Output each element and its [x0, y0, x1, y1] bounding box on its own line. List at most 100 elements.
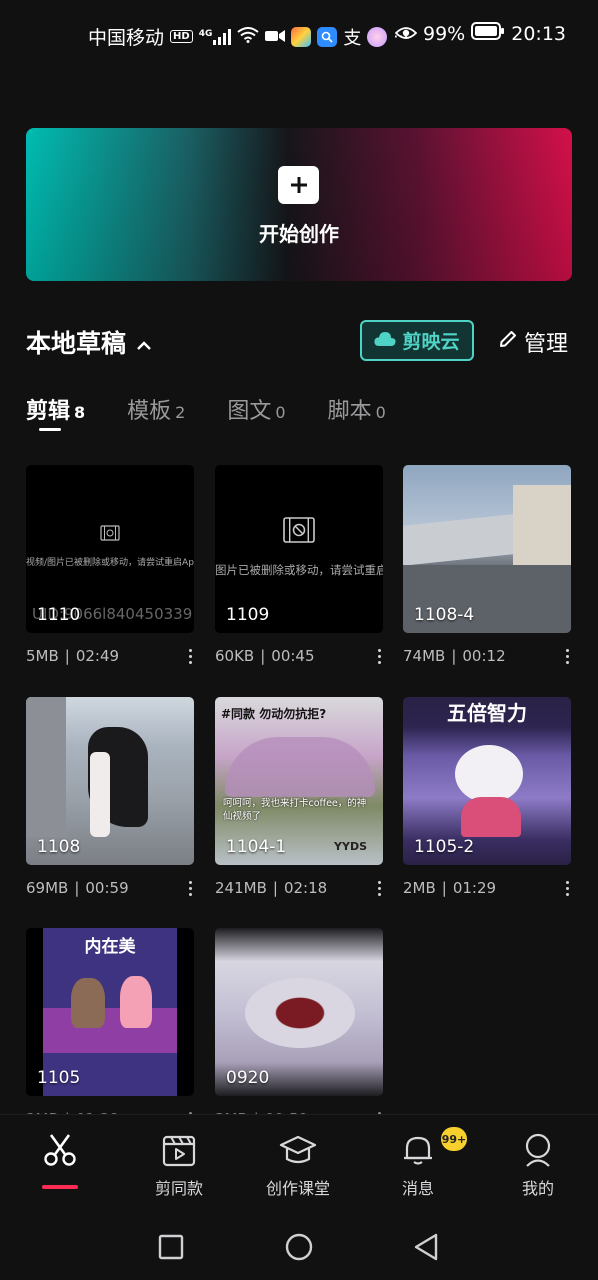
draft-size: 5MB	[26, 647, 59, 665]
missing-media-icon	[283, 517, 315, 547]
more-options-icon[interactable]	[189, 880, 192, 896]
tab-count: 0	[375, 403, 386, 422]
system-navigation-bar	[0, 1210, 598, 1280]
pencil-icon	[498, 329, 518, 355]
draft-meta: 241MB | 02:18	[215, 879, 383, 897]
more-options-icon[interactable]	[566, 648, 569, 664]
graduation-cap-icon	[279, 1135, 317, 1171]
separator: |	[451, 647, 457, 665]
missing-media-icon	[100, 525, 120, 545]
draft-name: 1108	[37, 837, 81, 857]
draft-thumbnail[interactable]: 视频/图片已被删除或移动，请尝试重启App恢复 UID:9066l8404503…	[26, 465, 194, 633]
thumbnail-character-dog	[71, 978, 105, 1028]
draft-card[interactable]: 1108 69MB | 00:59	[26, 697, 194, 897]
draft-name: 1104-1	[226, 837, 287, 857]
draft-name: 1105	[37, 1068, 81, 1088]
separator: |	[272, 879, 278, 897]
draft-size: 69MB	[26, 879, 69, 897]
thumbnail-character-body	[90, 752, 110, 837]
tab-image-text[interactable]: 图文 0	[227, 393, 285, 425]
local-drafts-header[interactable]: 本地草稿	[26, 324, 152, 360]
draft-duration: 00:45	[271, 647, 315, 665]
home-icon[interactable]	[284, 1232, 314, 1266]
draft-card[interactable]: 视频/图片已被删除或移动，请尝试重启App恢复 UID:9066l8404503…	[26, 465, 194, 665]
draft-card[interactable]: 五倍智力 1105-2 2MB | 01:29	[403, 697, 571, 897]
draft-card[interactable]: #同款 勿动勿抗拒? 呵呵呵，我也来打卡coffee，的神仙视频了 YYDS 1…	[215, 697, 383, 897]
app-notification-icon	[291, 26, 312, 47]
draft-name: 1109	[226, 605, 270, 625]
more-options-icon[interactable]	[378, 880, 381, 896]
start-creation-banner[interactable]: 开始创作	[26, 128, 572, 281]
draft-duration: 02:18	[283, 879, 328, 897]
thumbnail-caption-tag: YYDS	[334, 840, 367, 853]
hd-icon: HD	[170, 30, 193, 43]
draft-card[interactable]: 0920 3MB|00:59	[215, 928, 383, 1128]
tab-label: 脚本	[327, 399, 372, 424]
draft-duration: 02:49	[75, 647, 120, 665]
thumbnail-pillar	[26, 697, 66, 837]
draft-meta: 5MB | 02:49	[26, 647, 194, 665]
draft-card[interactable]: 内在美 1105 2MB|01:29	[26, 928, 194, 1128]
draft-thumbnail[interactable]: 1108-4	[403, 465, 571, 633]
draft-thumbnail[interactable]: 图片已被删除或移动，请尝试重启A 1109	[215, 465, 383, 633]
thumbnail-caption: 五倍智力	[447, 701, 527, 725]
back-icon[interactable]	[412, 1232, 440, 1266]
more-options-icon[interactable]	[189, 648, 192, 664]
status-right: 99% 20:13	[394, 22, 566, 45]
start-creation-label: 开始创作	[259, 222, 339, 246]
local-drafts-title: 本地草稿	[26, 329, 127, 358]
tab-template[interactable]: 模板 2	[127, 393, 185, 425]
draft-thumbnail[interactable]: 0920	[215, 928, 383, 1096]
person-icon	[523, 1133, 553, 1171]
more-options-icon[interactable]	[566, 880, 569, 896]
status-left: 中国移动 HD 4G 支 ···	[88, 23, 409, 50]
separator: |	[74, 879, 80, 897]
nav-item-classroom[interactable]: 创作课堂	[248, 1133, 348, 1199]
thumbnail-character-body	[461, 797, 521, 837]
tab-count: 2	[175, 403, 186, 422]
draft-thumbnail[interactable]: 五倍智力 1105-2	[403, 697, 571, 865]
nav-item-templates[interactable]: 剪同款	[129, 1133, 229, 1199]
thumbnail-floor	[43, 1008, 177, 1053]
draft-name: 1105-2	[414, 837, 475, 857]
manage-button[interactable]: 管理	[498, 326, 568, 358]
draft-info: 74MB | 00:12	[403, 647, 506, 665]
recent-apps-icon[interactable]	[158, 1234, 184, 1264]
missing-media-message: 图片已被删除或移动，请尝试重启A	[215, 563, 383, 577]
thumbnail-caption-mid: 呵呵呵，我也来打卡coffee，的神仙视频了	[223, 798, 367, 822]
draft-meta: 60KB | 00:45	[215, 647, 383, 665]
draft-meta: 2MB | 01:29	[403, 879, 571, 897]
draft-duration: 00:59	[85, 879, 129, 897]
tab-count: 0	[275, 403, 286, 422]
battery-icon	[471, 22, 505, 45]
draft-thumbnail[interactable]: 1108	[26, 697, 194, 865]
tab-label: 图文	[227, 399, 272, 424]
draft-size: 2MB	[403, 879, 436, 897]
thumbnail-wall	[403, 514, 513, 566]
app-notification-icon-2	[367, 26, 388, 47]
active-nav-indicator	[42, 1185, 78, 1189]
active-tab-indicator	[39, 428, 61, 431]
nav-label: 创作课堂	[265, 1179, 330, 1198]
draft-size: 241MB	[215, 879, 267, 897]
nav-label: 消息	[401, 1179, 434, 1198]
draft-thumbnail[interactable]: 内在美 1105	[26, 928, 194, 1096]
nav-item-edit[interactable]	[10, 1133, 110, 1175]
tab-count: 8	[74, 403, 86, 422]
battery-percent: 99%	[423, 22, 466, 45]
nav-item-profile[interactable]: 我的	[488, 1133, 588, 1199]
cloud-button-label: 剪映云	[402, 331, 460, 353]
more-options-icon[interactable]	[378, 648, 381, 664]
draft-thumbnail[interactable]: #同款 勿动勿抗拒? 呵呵呵，我也来打卡coffee，的神仙视频了 YYDS 1…	[215, 697, 383, 865]
video-camera-icon	[265, 26, 286, 48]
draft-card[interactable]: 图片已被删除或移动，请尝试重启A 1109 60KB | 00:45	[215, 465, 383, 665]
tab-script[interactable]: 脚本 0	[328, 393, 386, 425]
thumbnail-building	[513, 485, 571, 565]
draft-card[interactable]: 1108-4 74MB | 00:12	[403, 465, 571, 665]
jianying-cloud-button[interactable]: 剪映云	[360, 320, 474, 361]
tab-edit[interactable]: 剪辑 8	[26, 393, 85, 425]
draft-duration: 01:29	[452, 879, 497, 897]
search-app-icon	[317, 26, 338, 47]
separator: |	[260, 647, 266, 665]
draft-type-tabs: 剪辑 8 模板 2 图文 0 脚本 0	[26, 393, 428, 425]
